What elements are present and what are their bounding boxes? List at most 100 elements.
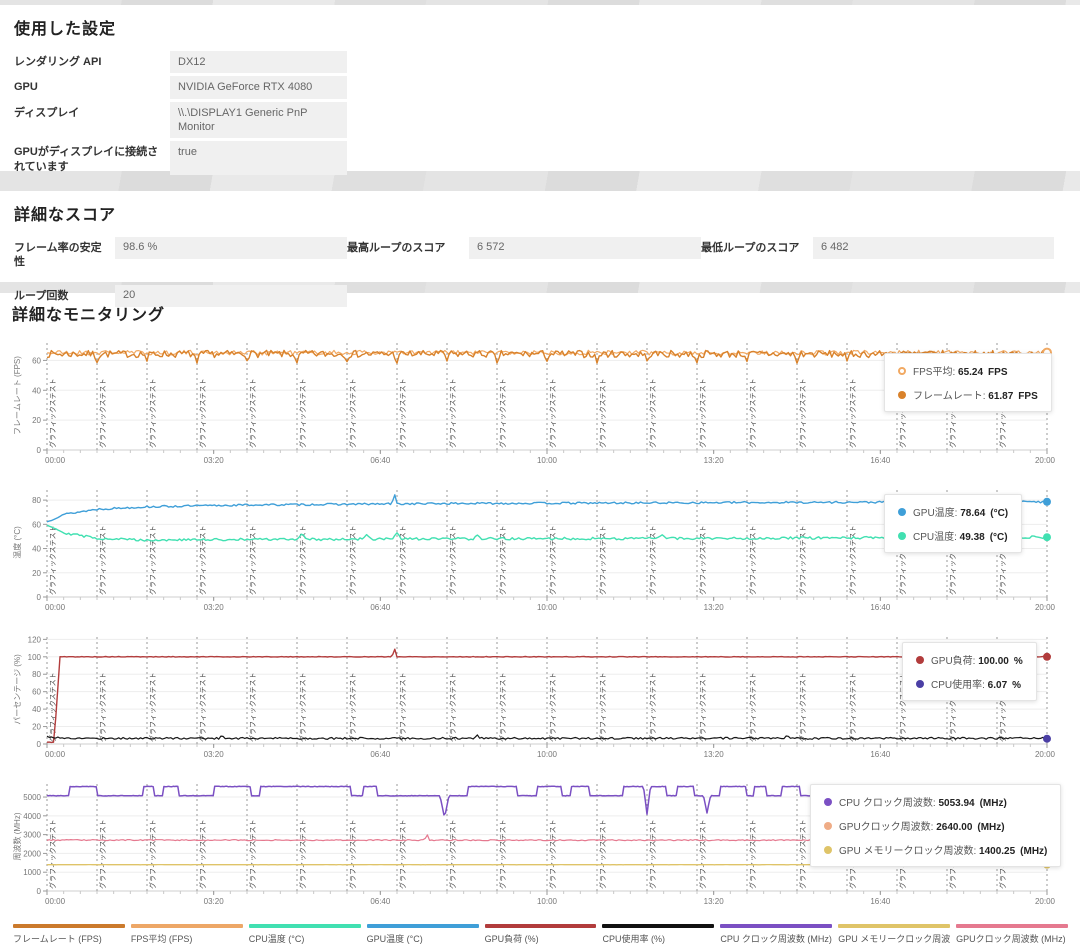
loop-marker-label: グラフィックステスト	[548, 819, 557, 889]
series-color-dot	[898, 391, 906, 399]
loop-marker-label: グラフィックステスト	[248, 672, 257, 742]
svg-text:00:00: 00:00	[45, 603, 66, 612]
series-color-bar	[956, 924, 1068, 928]
chart-tooltip-frequency: CPU クロック周波数: 5053.94 (MHz)GPUクロック周波数: 26…	[810, 784, 1061, 867]
series-legend-item: GPU メモリークロック周波数 (MHz)	[838, 924, 950, 945]
svg-text:20: 20	[32, 569, 41, 578]
svg-text:温度 (°C): 温度 (°C)	[12, 526, 22, 559]
loop-marker-label: グラフィックステスト	[548, 672, 557, 742]
series-color-bar	[367, 924, 479, 928]
series-legend-text: GPUクロック周波数: 2640.00 (MHz)	[839, 818, 1005, 833]
series-legend-item: GPU負荷 (%)	[485, 924, 597, 945]
svg-text:4000: 4000	[23, 812, 41, 821]
setting-value-gpu-connected: true	[170, 141, 347, 175]
series-color-bar	[131, 924, 243, 928]
series-legend-item: GPUクロック周波数 (MHz)	[956, 924, 1068, 945]
chart-tooltip-temperature: GPU温度: 78.64 (°C) CPU温度: 49.38 (°C)	[884, 494, 1022, 553]
svg-text:13:20: 13:20	[704, 456, 725, 465]
svg-text:06:40: 06:40	[370, 750, 391, 759]
loop-marker-label: グラフィックステスト	[598, 378, 607, 448]
loop-marker-label: グラフィックステスト	[598, 525, 607, 595]
loop-marker-label: グラフィックステスト	[548, 525, 557, 595]
chart-framerate: 0204060フレームレート (FPS)00:0003:2006:4010:00…	[10, 335, 1070, 477]
svg-text:0: 0	[37, 887, 42, 896]
series-color-dot	[916, 656, 924, 664]
loop-marker-label: グラフィックステスト	[148, 672, 157, 742]
series-legend-item: GPU温度 (°C)	[367, 924, 479, 945]
loop-marker-label: グラフィックステスト	[248, 819, 257, 889]
loop-marker-label: グラフィックステスト	[598, 672, 607, 742]
series-color-dot	[916, 680, 924, 688]
series-color-bar	[602, 924, 714, 928]
chart-legend-item: フレームレート: 61.87 FPS	[898, 387, 1038, 402]
series-legend-text: CPU使用率: 6.07 %	[931, 676, 1021, 691]
svg-text:周波数 (MHz): 周波数 (MHz)	[12, 812, 22, 860]
svg-text:20: 20	[32, 416, 41, 425]
series-legend-label: GPU負荷 (%)	[485, 932, 597, 945]
chart-tooltip-fps: FPS平均: 65.24 FPS フレームレート: 61.87 FPS	[884, 353, 1052, 412]
svg-text:10:00: 10:00	[537, 750, 558, 759]
series-legend-item: FPS平均 (FPS)	[131, 924, 243, 945]
svg-text:03:20: 03:20	[204, 897, 225, 906]
loop-marker-label: グラフィックステスト	[198, 378, 207, 448]
svg-text:2000: 2000	[23, 849, 41, 858]
loop-marker-label: グラフィックステスト	[848, 378, 857, 448]
score-label-best-loop: 最高ループのスコア	[347, 237, 469, 255]
score-value-best-loop: 6 572	[469, 237, 701, 259]
loop-marker-label: グラフィックステスト	[398, 819, 407, 889]
svg-text:06:40: 06:40	[370, 456, 391, 465]
svg-text:20: 20	[32, 723, 41, 732]
loop-marker-label: グラフィックステスト	[48, 378, 57, 448]
loop-marker-label: グラフィックステスト	[48, 819, 57, 889]
loop-marker-label: グラフィックステスト	[498, 819, 507, 889]
loop-marker-label: グラフィックステスト	[148, 819, 157, 889]
loop-marker-label: グラフィックステスト	[298, 672, 307, 742]
loop-marker-label: グラフィックステスト	[148, 525, 157, 595]
loop-marker-label: グラフィックステスト	[848, 525, 857, 595]
chart-load-percentage: 020406080100120パーセンテージ (%)00:0003:2006:4…	[10, 629, 1070, 771]
chart-legend-item: GPU温度: 78.64 (°C)	[898, 504, 1008, 519]
series-legend-text: フレームレート: 61.87 FPS	[913, 387, 1038, 402]
loop-marker-label: グラフィックステスト	[348, 378, 357, 448]
scores-section-title: 詳細なスコア	[14, 191, 1066, 237]
loop-marker-label: グラフィックステスト	[448, 378, 457, 448]
loop-marker-label: グラフィックステスト	[848, 672, 857, 742]
series-color-bar	[249, 924, 361, 928]
series-color-bar	[485, 924, 597, 928]
series-legend-label: CPU温度 (°C)	[249, 932, 361, 945]
svg-text:100: 100	[28, 653, 42, 662]
svg-text:03:20: 03:20	[204, 603, 225, 612]
svg-text:16:40: 16:40	[870, 456, 891, 465]
loop-marker-label: グラフィックステスト	[98, 672, 107, 742]
series-color-dot	[898, 532, 906, 540]
svg-text:1000: 1000	[23, 868, 41, 877]
loop-marker-label: グラフィックステスト	[698, 525, 707, 595]
loop-marker-label: グラフィックステスト	[348, 672, 357, 742]
setting-label-render-api: レンダリング API	[14, 51, 170, 73]
loop-marker-label: グラフィックステスト	[648, 525, 657, 595]
loop-marker-label: グラフィックステスト	[98, 525, 107, 595]
loop-marker-label: グラフィックステスト	[498, 378, 507, 448]
loop-marker-label: グラフィックステスト	[198, 525, 207, 595]
loop-marker-label: グラフィックステスト	[548, 378, 557, 448]
settings-section-title: 使用した設定	[14, 5, 1066, 51]
series-legend-text: CPU温度: 49.38 (°C)	[913, 528, 1008, 543]
series-legend-text: GPU温度: 78.64 (°C)	[913, 504, 1008, 519]
loop-marker-label: グラフィックステスト	[248, 525, 257, 595]
loop-marker-label: グラフィックステスト	[698, 819, 707, 889]
loop-marker-label: グラフィックステスト	[298, 378, 307, 448]
loop-marker-label: グラフィックステスト	[398, 378, 407, 448]
svg-text:13:20: 13:20	[704, 897, 725, 906]
series-color-bar	[13, 924, 125, 928]
svg-text:16:40: 16:40	[870, 603, 891, 612]
loop-marker-label: グラフィックステスト	[748, 672, 757, 742]
chart-legend-item: FPS平均: 65.24 FPS	[898, 363, 1038, 378]
loop-marker-label: グラフィックステスト	[748, 819, 757, 889]
series-legend-item: CPU使用率 (%)	[602, 924, 714, 945]
series-legend-item: フレームレート (FPS)	[13, 924, 125, 945]
svg-text:20:00: 20:00	[1035, 897, 1056, 906]
series-color-dot	[824, 846, 832, 854]
series-legend-item: CPU温度 (°C)	[249, 924, 361, 945]
svg-text:40: 40	[32, 705, 41, 714]
svg-text:16:40: 16:40	[870, 897, 891, 906]
